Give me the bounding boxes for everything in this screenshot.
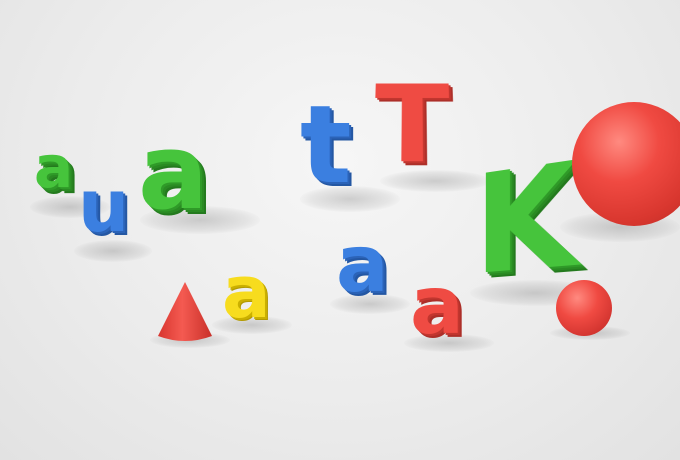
letter-t-blue: t: [300, 83, 352, 208]
letter-a-blue: a: [336, 220, 389, 310]
letter-K-green: K: [474, 131, 578, 306]
letter-a-red: a: [410, 259, 464, 352]
letter-T-red: T: [371, 65, 453, 190]
letter-a-yellow: a: [222, 250, 271, 334]
letter-a-green-small: a: [34, 133, 74, 201]
letter-u-blue: u: [78, 164, 130, 248]
letter-a-green-large: a: [138, 111, 209, 233]
red-sphere-large: [572, 102, 680, 226]
red-cone: [158, 282, 212, 341]
red-sphere-small: [556, 280, 612, 336]
3d-letters-scene: a u a t T K a a a: [0, 0, 680, 460]
